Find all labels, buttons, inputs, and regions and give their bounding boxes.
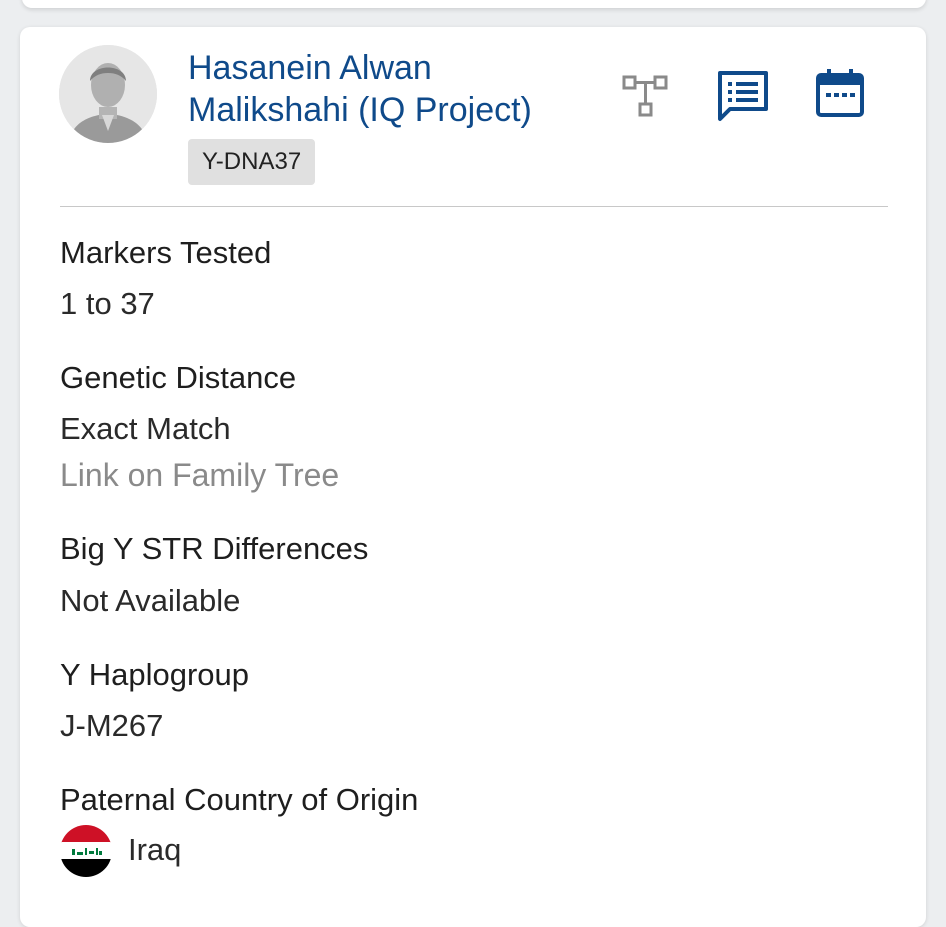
avatar[interactable] xyxy=(59,45,157,143)
match-name-line1[interactable]: Hasanein Alwan xyxy=(188,49,432,87)
genetic-distance-label: Genetic Distance xyxy=(60,360,297,395)
iraq-flag-icon xyxy=(60,825,112,877)
match-name-line2[interactable]: Malikshahi (IQ Project) xyxy=(188,91,532,129)
match-name-link[interactable]: Hasanein Alwan Malikshahi (IQ Project) xyxy=(188,47,588,131)
test-type-badge: Y-DNA37 xyxy=(188,139,316,185)
match-card: Hasanein Alwan Malikshahi (IQ Project) Y… xyxy=(20,27,926,927)
y-haplogroup-label: Y Haplogroup xyxy=(60,657,250,692)
big-y-str-value: Not Available xyxy=(60,583,241,618)
genetic-distance-value: Exact Match xyxy=(60,411,231,446)
markers-tested-label: Markers Tested xyxy=(60,235,272,270)
y-haplogroup-value: J-M267 xyxy=(60,708,164,743)
big-y-str-label: Big Y STR Differences xyxy=(60,531,369,566)
family-tree-icon[interactable] xyxy=(620,71,672,123)
paternal-origin-value: Iraq xyxy=(128,832,182,867)
link-on-family-tree-link[interactable]: Link on Family Tree xyxy=(60,456,339,494)
paternal-origin-label: Paternal Country of Origin xyxy=(60,782,419,817)
person-silhouette-icon xyxy=(59,45,157,143)
header-divider xyxy=(60,206,888,207)
notes-icon[interactable] xyxy=(716,69,768,121)
previous-match-card xyxy=(22,0,926,8)
calendar-icon[interactable] xyxy=(814,67,866,119)
markers-tested-value: 1 to 37 xyxy=(60,286,155,321)
